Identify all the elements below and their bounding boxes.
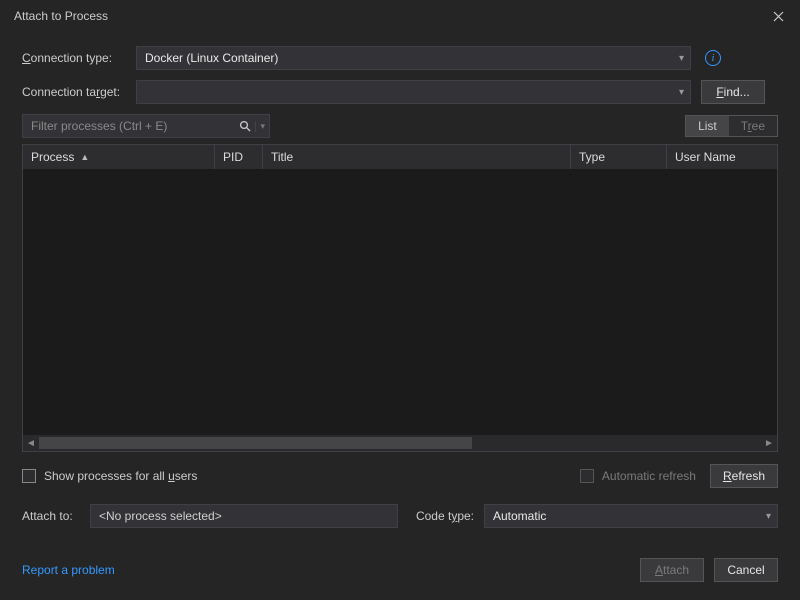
connection-type-row: Connection type: Docker (Linux Container… [22, 46, 778, 70]
report-problem-link[interactable]: Report a problem [22, 563, 115, 577]
info-icon[interactable]: i [705, 50, 721, 66]
auto-refresh-checkbox: Automatic refresh [580, 469, 696, 483]
attach-to-row: Attach to: <No process selected> Code ty… [22, 504, 778, 528]
search-icon[interactable] [235, 120, 255, 132]
filter-input[interactable] [23, 119, 235, 133]
code-type-label: Code type: [408, 509, 474, 523]
dialog-title: Attach to Process [14, 9, 108, 23]
view-toggle: List Tree [685, 115, 778, 137]
view-list-button[interactable]: List [686, 116, 729, 136]
show-all-users-label: Show processes for all users [44, 469, 197, 483]
checkbox-box [580, 469, 594, 483]
scrollbar-thumb[interactable] [39, 437, 472, 449]
connection-target-row: Connection target: ▾ Find... [22, 80, 778, 104]
col-type[interactable]: Type [571, 145, 667, 169]
process-table: Process ▲ PID Title Type User Name ◄ ► [22, 144, 778, 452]
connection-type-label: Connection type: [22, 51, 126, 65]
connection-target-label: Connection target: [22, 85, 126, 99]
auto-refresh-label: Automatic refresh [602, 469, 696, 483]
refresh-group: Automatic refresh Refresh [580, 464, 778, 488]
chevron-down-icon: ▾ [679, 87, 684, 98]
view-tree-button[interactable]: Tree [729, 116, 777, 136]
find-button[interactable]: Find... [701, 80, 765, 104]
connection-target-dropdown[interactable]: ▾ [136, 80, 691, 104]
code-type-dropdown[interactable]: Automatic ▾ [484, 504, 778, 528]
chevron-down-icon: ▾ [679, 53, 684, 64]
scrollbar-track[interactable] [39, 435, 761, 451]
scroll-left-icon[interactable]: ◄ [23, 435, 39, 451]
titlebar: Attach to Process [0, 0, 800, 32]
connection-type-dropdown[interactable]: Docker (Linux Container) ▾ [136, 46, 691, 70]
col-pid[interactable]: PID [215, 145, 263, 169]
table-header: Process ▲ PID Title Type User Name [23, 145, 777, 169]
show-all-users-checkbox[interactable]: Show processes for all users [22, 469, 197, 483]
attach-to-label: Attach to: [22, 509, 80, 523]
attach-to-process-dialog: Attach to Process Connection type: Docke… [0, 0, 800, 600]
connection-type-value: Docker (Linux Container) [145, 51, 278, 65]
footer-buttons: Attach Cancel [640, 558, 778, 582]
col-title[interactable]: Title [263, 145, 571, 169]
cancel-button[interactable]: Cancel [714, 558, 778, 582]
table-body-empty [23, 169, 777, 435]
col-user[interactable]: User Name [667, 145, 777, 169]
attach-to-value: <No process selected> [90, 504, 398, 528]
filter-search[interactable]: ▾ [22, 114, 270, 138]
horizontal-scrollbar[interactable]: ◄ ► [23, 435, 777, 451]
attach-button: Attach [640, 558, 704, 582]
checkbox-box [22, 469, 36, 483]
search-options-chevron-icon[interactable]: ▾ [255, 121, 269, 132]
footer: Report a problem Attach Cancel [22, 558, 778, 582]
code-type-value: Automatic [493, 509, 546, 523]
close-button[interactable] [756, 0, 800, 32]
sort-asc-icon: ▲ [80, 152, 89, 162]
chevron-down-icon: ▾ [766, 511, 771, 522]
refresh-button[interactable]: Refresh [710, 464, 778, 488]
filter-row: ▾ List Tree [22, 114, 778, 138]
col-process[interactable]: Process ▲ [23, 145, 215, 169]
below-table-row: Show processes for all users Automatic r… [22, 464, 778, 488]
dialog-body: Connection type: Docker (Linux Container… [0, 32, 800, 600]
close-icon [773, 11, 784, 22]
scroll-right-icon[interactable]: ► [761, 435, 777, 451]
